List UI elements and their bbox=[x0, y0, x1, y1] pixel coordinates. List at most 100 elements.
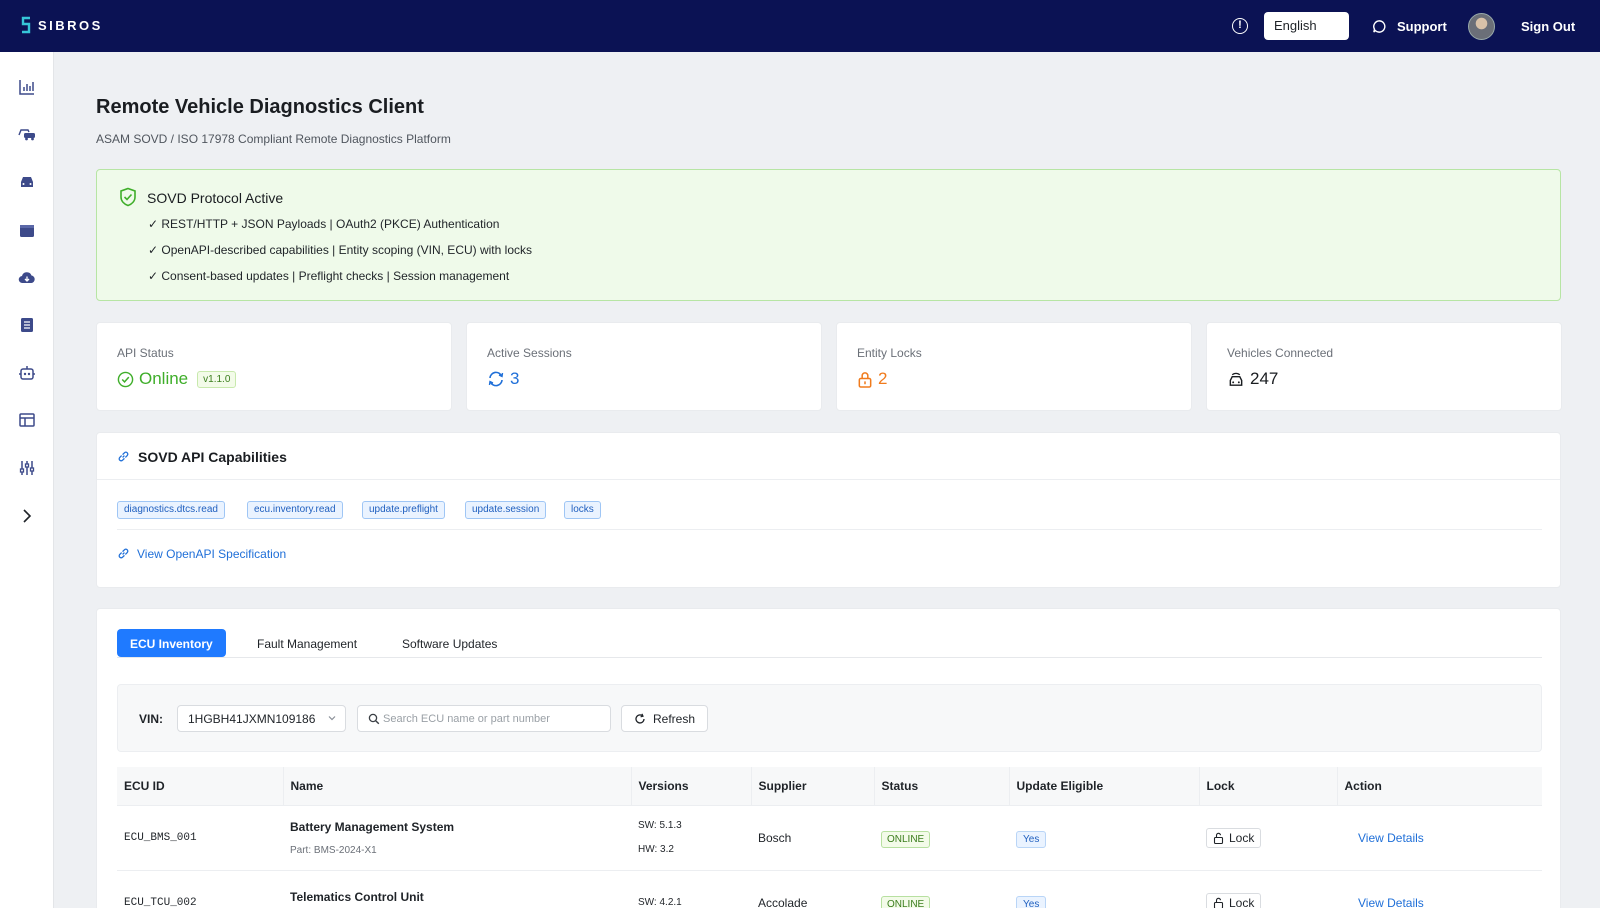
stat-label: Active Sessions bbox=[487, 346, 572, 360]
ecu-name-cell: Battery Management System Part: BMS-2024… bbox=[283, 805, 631, 871]
active-sessions-card: Active Sessions 3 bbox=[466, 322, 822, 411]
supplier: Bosch bbox=[751, 805, 874, 871]
refresh-icon bbox=[635, 713, 645, 724]
column-header[interactable]: Action bbox=[1337, 767, 1542, 806]
status-cell: ONLINE bbox=[874, 870, 1009, 908]
unlock-icon bbox=[1213, 897, 1224, 908]
update-eligible-badge: Yes bbox=[1016, 830, 1047, 848]
page-subtitle: ASAM SOVD / ISO 17978 Compliant Remote D… bbox=[96, 132, 451, 146]
lock-cell: Lock bbox=[1199, 805, 1337, 871]
api-status-value: Online bbox=[139, 369, 189, 388]
capability-tag: locks bbox=[564, 501, 601, 519]
support-link[interactable]: Support bbox=[1397, 19, 1447, 34]
refresh-button[interactable]: Refresh bbox=[621, 705, 708, 732]
card-title: SOVD API Capabilities bbox=[138, 449, 287, 465]
view-details-link[interactable]: View Details bbox=[1344, 831, 1424, 845]
divider bbox=[117, 529, 1542, 530]
table-row[interactable]: ECU_BMS_001 Battery Management System Pa… bbox=[117, 805, 1542, 871]
vin-select[interactable]: 1HGBH41JXMN109186 bbox=[177, 705, 346, 732]
sibros-logo-icon bbox=[21, 16, 31, 34]
software-version: SW: 5.1.3 bbox=[638, 820, 682, 831]
capability-tag: update.preflight bbox=[362, 501, 445, 519]
capability-tag: ecu.inventory.read bbox=[247, 501, 343, 519]
eligible-cell: Yes bbox=[1009, 870, 1199, 908]
banner-title: SOVD Protocol Active bbox=[147, 190, 284, 206]
language-select[interactable]: English bbox=[1264, 12, 1349, 40]
versions-cell: SW: 4.2.1 bbox=[631, 870, 751, 908]
analytics-icon[interactable] bbox=[18, 78, 36, 96]
expand-chevron-icon[interactable] bbox=[18, 507, 36, 525]
view-details-link[interactable]: View Details bbox=[1344, 896, 1424, 908]
lock-cell: Lock bbox=[1199, 870, 1337, 908]
column-header[interactable]: ECU ID bbox=[117, 767, 284, 806]
update-eligible-badge: Yes bbox=[1016, 895, 1047, 908]
sign-out-button[interactable]: Sign Out bbox=[1521, 19, 1575, 34]
ecu-id: ECU_TCU_002 bbox=[117, 870, 283, 908]
lock-icon bbox=[858, 371, 872, 388]
info-icon[interactable]: ! bbox=[1232, 18, 1248, 34]
refresh-label: Refresh bbox=[653, 712, 696, 726]
vehicle-icon[interactable] bbox=[18, 173, 36, 191]
sync-icon bbox=[488, 371, 504, 387]
shield-check-icon bbox=[120, 187, 136, 207]
capability-tag: diagnostics.dtcs.read bbox=[117, 501, 225, 519]
ecu-name: Telematics Control Unit bbox=[290, 890, 424, 904]
ecu-section-card: ECU Inventory Fault Management Software … bbox=[96, 608, 1561, 908]
ecu-inventory-table: ECU ID Name Versions Supplier Status Upd… bbox=[117, 767, 1542, 908]
dashboard-layout-icon[interactable] bbox=[18, 411, 36, 429]
entity-locks-card: Entity Locks 2 bbox=[836, 322, 1192, 411]
tabs-divider bbox=[117, 657, 1542, 658]
reports-icon[interactable] bbox=[18, 316, 36, 334]
table-row[interactable]: ECU_TCU_002 Telematics Control Unit SW: … bbox=[117, 870, 1542, 908]
column-header[interactable]: Name bbox=[283, 767, 632, 806]
ecu-name-cell: Telematics Control Unit bbox=[283, 870, 631, 908]
column-header[interactable]: Status bbox=[874, 767, 1010, 806]
tab-software-updates[interactable]: Software Updates bbox=[389, 629, 510, 657]
cloud-download-icon[interactable] bbox=[18, 269, 36, 287]
user-avatar[interactable] bbox=[1468, 13, 1495, 40]
robot-icon[interactable] bbox=[18, 364, 36, 382]
chat-bubble-icon[interactable] bbox=[1372, 19, 1387, 34]
column-header[interactable]: Update Eligible bbox=[1009, 767, 1200, 806]
link-icon bbox=[118, 451, 129, 462]
supplier: Accolade bbox=[751, 870, 874, 908]
sibros-logo[interactable]: SIBROS bbox=[20, 16, 103, 34]
active-sessions-value: 3 bbox=[510, 369, 520, 388]
page-title: Remote Vehicle Diagnostics Client bbox=[96, 96, 424, 118]
entity-locks-value: 2 bbox=[878, 369, 888, 388]
lock-button[interactable]: Lock bbox=[1206, 827, 1262, 848]
vehicles-connected-card: Vehicles Connected 247 bbox=[1206, 322, 1562, 411]
column-header[interactable]: Lock bbox=[1199, 767, 1338, 806]
tab-fault-management[interactable]: Fault Management bbox=[244, 629, 370, 657]
openapi-spec-link[interactable]: View OpenAPI Specification bbox=[137, 547, 286, 561]
settings-sliders-icon[interactable] bbox=[18, 459, 36, 477]
column-header[interactable]: Versions bbox=[631, 767, 752, 806]
action-cell: View Details bbox=[1337, 870, 1542, 908]
lock-button[interactable]: Lock bbox=[1206, 892, 1262, 908]
table-header-row: ECU ID Name Versions Supplier Status Upd… bbox=[117, 767, 1542, 806]
brand-name: SIBROS bbox=[38, 17, 103, 33]
link-icon bbox=[118, 548, 129, 559]
banner-feature-line: ✓ OpenAPI-described capabilities | Entit… bbox=[148, 243, 532, 257]
banner-feature-line: ✓ REST/HTTP + JSON Payloads | OAuth2 (PK… bbox=[148, 217, 500, 231]
check-circle-icon bbox=[117, 371, 134, 387]
vin-label: VIN: bbox=[139, 712, 163, 726]
unlock-icon bbox=[1213, 832, 1224, 844]
versions-cell: SW: 5.1.3 HW: 3.2 bbox=[631, 805, 751, 871]
package-icon[interactable] bbox=[18, 221, 36, 239]
banner-feature-line: ✓ Consent-based updates | Preflight chec… bbox=[148, 269, 510, 283]
action-cell: View Details bbox=[1337, 805, 1542, 871]
software-version: SW: 4.2.1 bbox=[638, 897, 682, 908]
chevron-down-icon bbox=[328, 716, 336, 721]
stat-label: Vehicles Connected bbox=[1227, 346, 1334, 360]
eligible-cell: Yes bbox=[1009, 805, 1199, 871]
vehicles-connected-value: 247 bbox=[1250, 369, 1279, 388]
api-status-card: API Status Online v1.1.0 bbox=[96, 322, 452, 411]
ecu-search-input[interactable]: Search ECU name or part number bbox=[357, 705, 611, 732]
column-header[interactable]: Supplier bbox=[751, 767, 875, 806]
status-cell: ONLINE bbox=[874, 805, 1009, 871]
tab-ecu-inventory[interactable]: ECU Inventory bbox=[117, 629, 226, 657]
hardware-version: HW: 3.2 bbox=[638, 844, 674, 855]
fleet-icon[interactable] bbox=[18, 125, 36, 143]
search-placeholder: Search ECU name or part number bbox=[383, 713, 550, 725]
